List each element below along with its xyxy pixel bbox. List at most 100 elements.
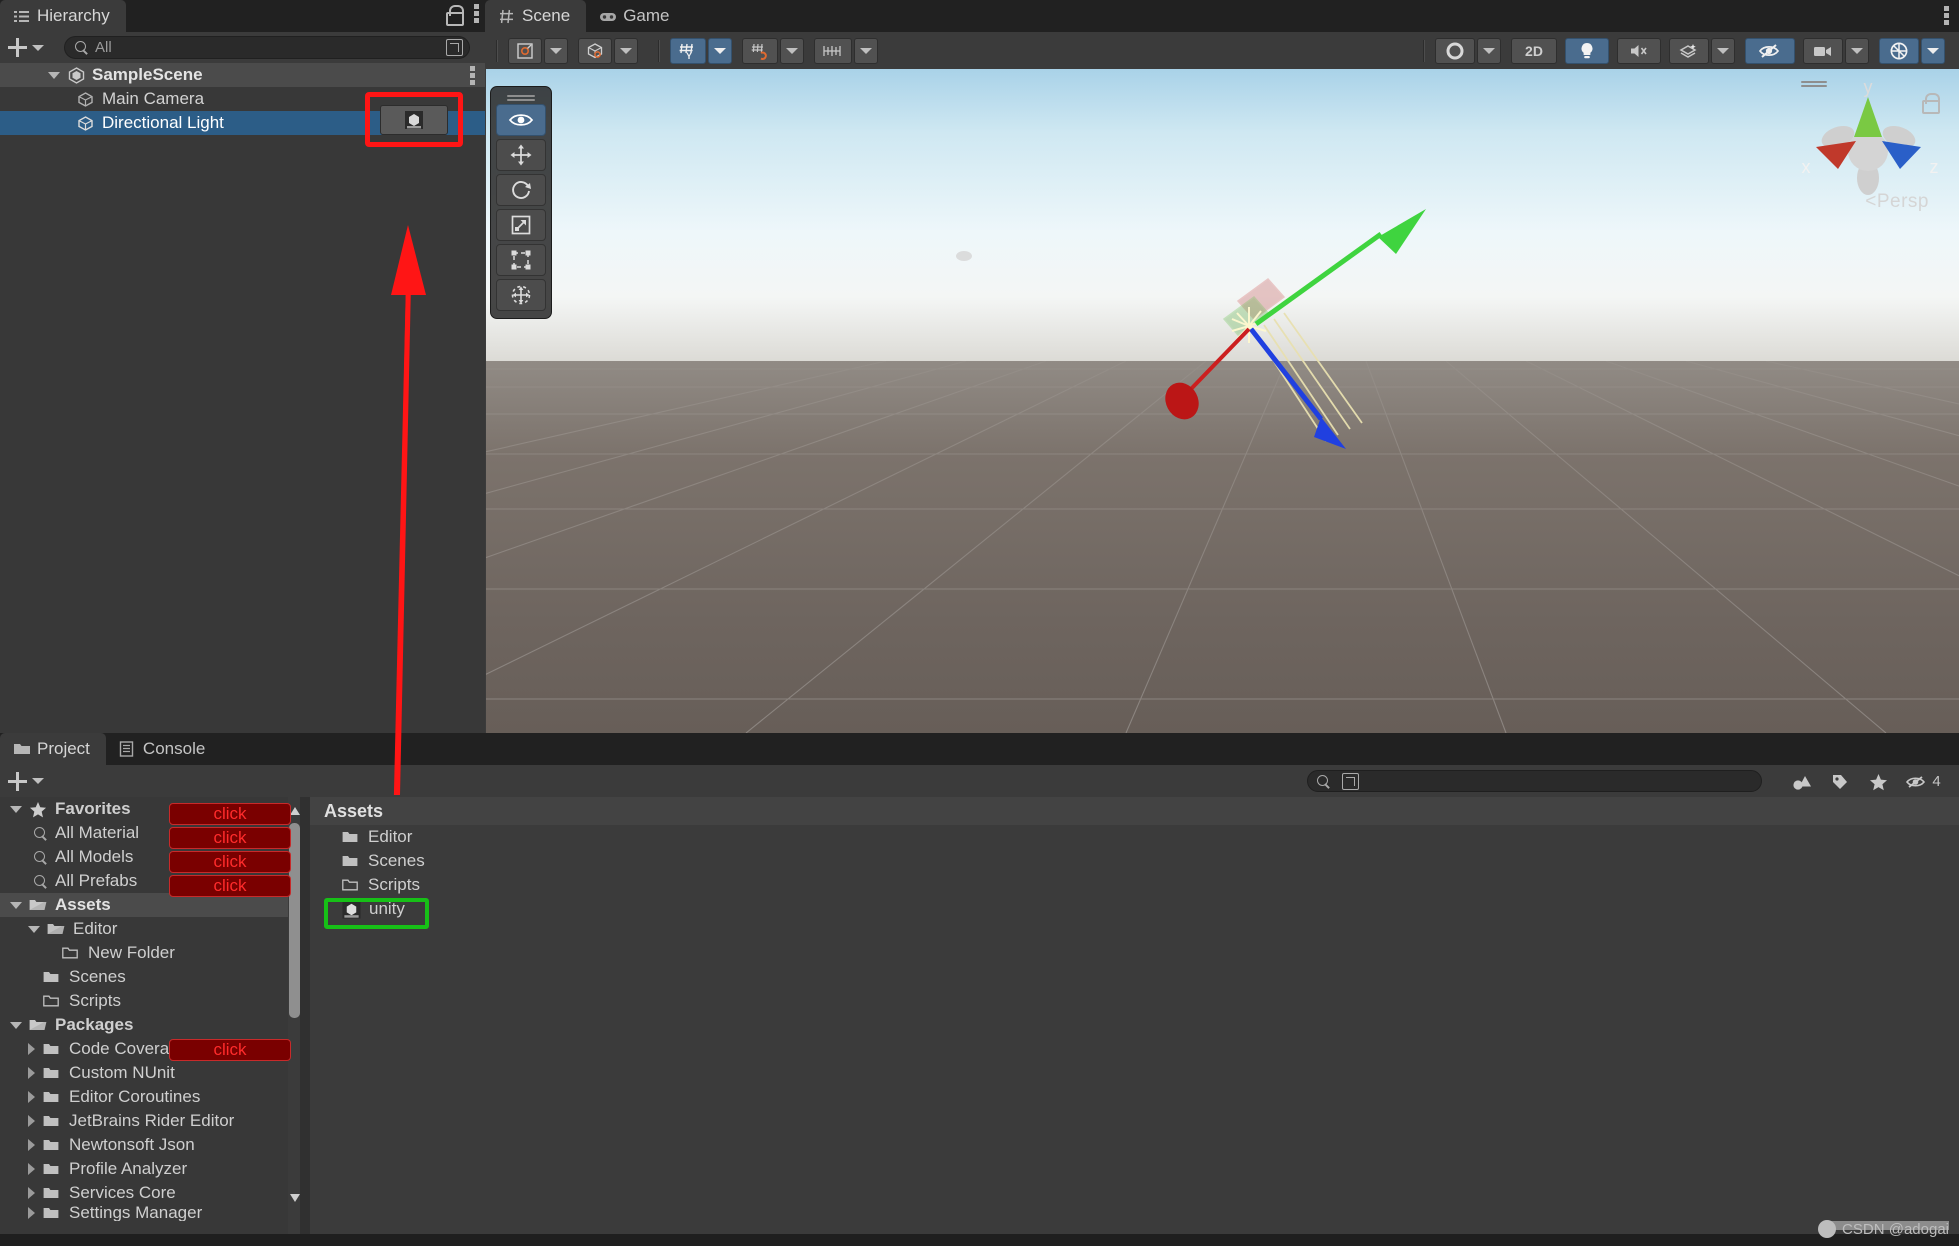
search-by-label-button[interactable] — [1821, 770, 1859, 793]
scene-viewport[interactable]: y x z <Persp — [486, 69, 1959, 733]
kebab-menu-icon[interactable] — [470, 66, 475, 85]
project-tree-item-scenes[interactable]: Scenes — [0, 965, 300, 989]
overlay-drag-handle[interactable] — [507, 99, 535, 101]
hierarchy-item-label: Main Camera — [102, 89, 204, 109]
scene-visibility-button[interactable] — [1745, 38, 1795, 64]
gameobject-cube-icon — [77, 91, 94, 108]
tab-hierarchy[interactable]: Hierarchy — [0, 0, 126, 32]
project-tree-item-packages[interactable]: Packages — [0, 1013, 300, 1037]
grid-visibility-button[interactable]: Y — [670, 38, 706, 64]
project-search-input[interactable] — [1307, 770, 1762, 792]
scene-visibility-count[interactable]: 4 — [1897, 770, 1949, 793]
asset-item-editor[interactable]: Editor — [310, 825, 1959, 849]
lock-open-icon[interactable] — [445, 5, 461, 23]
asset-item-unity[interactable]: unity — [310, 897, 1959, 921]
view-tool[interactable] — [496, 104, 546, 136]
grid-axis-dropdown[interactable] — [708, 38, 732, 64]
tab-console[interactable]: Console — [106, 733, 221, 765]
asset-item-scenes[interactable]: Scenes — [310, 849, 1959, 873]
camera-settings-dropdown[interactable] — [1845, 38, 1869, 64]
gizmos-toggle-button[interactable] — [1879, 38, 1919, 64]
handle-orientation-button[interactable] — [578, 38, 612, 64]
scrollbar-thumb[interactable] — [289, 823, 300, 1018]
scroll-down-arrow-icon[interactable] — [290, 1194, 300, 1202]
tab-project[interactable]: Project — [0, 733, 106, 765]
project-tree-item-editor[interactable]: Editor — [0, 917, 300, 941]
transform-tool[interactable] — [496, 279, 546, 311]
rotate-tool[interactable] — [496, 174, 546, 206]
project-tree-item-editor-coroutines[interactable]: Editor Coroutines — [0, 1085, 300, 1109]
chevron-right-icon[interactable] — [28, 1091, 35, 1103]
chevron-down-icon[interactable] — [28, 926, 40, 933]
move-tool[interactable] — [496, 139, 546, 171]
chevron-right-icon[interactable] — [28, 1115, 35, 1127]
chevron-right-icon[interactable] — [28, 1139, 35, 1151]
chevron-down-icon[interactable] — [48, 72, 60, 79]
directional-light-move-handles[interactable] — [1106, 179, 1456, 469]
scene-orientation-gizmo[interactable]: y x z — [1786, 75, 1951, 240]
folder-empty-icon — [43, 994, 61, 1008]
draw-mode-dropdown[interactable] — [1477, 38, 1501, 64]
object-picker-icon[interactable] — [446, 39, 463, 56]
camera-settings-button[interactable] — [1803, 38, 1843, 64]
add-gameobject-button[interactable] — [8, 38, 44, 57]
scene-tools-overlay[interactable] — [490, 86, 552, 319]
tab-scene-label: Scene — [522, 6, 570, 26]
hierarchy-item-samplescene[interactable]: SampleScene — [0, 63, 485, 87]
folder-icon — [43, 1138, 61, 1152]
project-tree-item-settings-manager[interactable]: Settings Manager — [0, 1205, 300, 1221]
rect-transform-tool[interactable] — [496, 244, 546, 276]
gizmo-projection-label[interactable]: <Persp — [1865, 191, 1929, 213]
toolbar-separator — [658, 40, 660, 62]
grid-snapping-button[interactable] — [742, 38, 778, 64]
annotation-green-box-unity-asset — [324, 898, 429, 929]
hierarchy-search-input[interactable]: All — [64, 36, 470, 59]
chevron-right-icon[interactable] — [28, 1043, 35, 1055]
search-by-type-button[interactable] — [1783, 770, 1821, 793]
chevron-down-icon[interactable] — [10, 902, 22, 909]
project-tree-item-new-folder[interactable]: New Folder — [0, 941, 300, 965]
chevron-right-icon[interactable] — [28, 1163, 35, 1175]
object-picker-icon[interactable] — [1342, 773, 1359, 790]
favorites-button[interactable] — [1859, 770, 1897, 793]
pivot-mode-dropdown[interactable] — [544, 38, 568, 64]
increment-snapping-button[interactable] — [814, 38, 852, 64]
annotation-red-box-thumbnail — [365, 92, 463, 147]
project-panel-splitter[interactable] — [300, 797, 310, 1246]
project-tree-item-scripts[interactable]: Scripts — [0, 989, 300, 1013]
kebab-menu-icon[interactable] — [1944, 6, 1949, 25]
project-tree-item-profile-analyzer[interactable]: Profile Analyzer — [0, 1157, 300, 1181]
overlay-drag-handle[interactable] — [507, 95, 535, 97]
chevron-down-icon[interactable] — [10, 1022, 22, 1029]
scene-grid-icon — [498, 8, 515, 25]
scene-fx-dropdown[interactable] — [1711, 38, 1735, 64]
pivot-mode-button[interactable] — [508, 38, 542, 64]
chevron-right-icon[interactable] — [28, 1207, 35, 1219]
scale-tool[interactable] — [496, 209, 546, 241]
project-tree-item-jetbrains-rider-editor[interactable]: JetBrains Rider Editor — [0, 1109, 300, 1133]
project-tree-item-custom-nunit[interactable]: Custom NUnit — [0, 1061, 300, 1085]
increment-snapping-dropdown[interactable] — [854, 38, 878, 64]
2d-toggle-button[interactable]: 2D — [1511, 38, 1557, 64]
chevron-right-icon[interactable] — [28, 1067, 35, 1079]
chevron-down-icon — [1483, 48, 1495, 54]
chevron-right-icon[interactable] — [28, 1187, 35, 1199]
project-tree-item-services-core[interactable]: Services Core — [0, 1181, 300, 1205]
project-tabstrip: Project Console — [0, 733, 1959, 765]
scroll-up-arrow-icon[interactable] — [290, 807, 300, 815]
scene-fx-button[interactable] — [1669, 38, 1709, 64]
tab-game[interactable]: Game — [586, 0, 685, 32]
create-asset-button[interactable] — [8, 772, 44, 791]
scene-lighting-button[interactable] — [1565, 38, 1609, 64]
chevron-down-icon[interactable] — [10, 806, 22, 813]
handle-orientation-dropdown[interactable] — [614, 38, 638, 64]
gizmos-dropdown[interactable] — [1921, 38, 1945, 64]
draw-mode-button[interactable] — [1435, 38, 1475, 64]
asset-item-scripts[interactable]: Scripts — [310, 873, 1959, 897]
scene-audio-button[interactable] — [1617, 38, 1661, 64]
project-tree-item-newtonsoft-json[interactable]: Newtonsoft Json — [0, 1133, 300, 1157]
folder-icon — [43, 970, 61, 984]
tab-scene[interactable]: Scene — [485, 0, 586, 32]
grid-snapping-dropdown[interactable] — [780, 38, 804, 64]
kebab-menu-icon[interactable] — [474, 4, 479, 23]
